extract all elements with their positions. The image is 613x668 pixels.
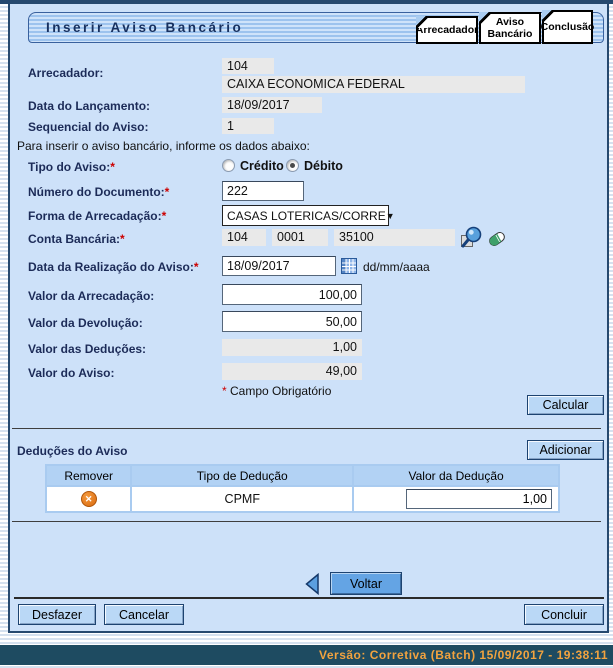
tipo-deducao-cell: CPMF [132, 487, 352, 511]
radio-credito[interactable] [222, 159, 235, 172]
eraser-icon[interactable] [486, 228, 508, 250]
instruction-text: Para inserir o aviso bancário, informe o… [17, 139, 310, 153]
conta-banco-field: 104 [222, 229, 266, 246]
calcular-button[interactable]: Calcular [527, 395, 604, 415]
adicionar-button[interactable]: Adicionar [527, 440, 604, 460]
voltar-button[interactable]: Voltar [330, 572, 402, 595]
numero-documento-input[interactable] [222, 181, 304, 201]
version-statusbar: Versão: Corretiva (Batch) 15/09/2017 - 1… [0, 645, 613, 665]
sequencial-aviso-label: Sequencial do Aviso: [28, 120, 148, 134]
divider [12, 521, 601, 522]
numero-documento-label: Número do Documento:* [28, 185, 169, 199]
desfazer-button[interactable]: Desfazer [18, 604, 96, 625]
back-arrow-icon[interactable] [304, 573, 320, 595]
radio-debito-label[interactable]: Débito [304, 159, 343, 173]
valor-arrecadacao-input[interactable] [222, 284, 362, 305]
arrecadador-code-field: 104 [222, 58, 274, 74]
radio-debito[interactable] [286, 159, 299, 172]
valor-devolucao-input[interactable] [222, 311, 362, 332]
arrecadador-label: Arrecadador: [28, 66, 103, 80]
valor-deducoes-label: Valor das Deduções: [28, 342, 146, 356]
forma-arrecadacao-select[interactable]: CASAS LOTERICAS/CORRE ▼ [222, 205, 389, 226]
conta-agencia-field: 0001 [272, 229, 328, 246]
table-row: ✕ CPMF [47, 487, 558, 511]
divider [12, 428, 601, 429]
sequencial-aviso-field: 1 [222, 118, 274, 134]
data-lancamento-label: Data do Lançamento: [28, 99, 150, 113]
table-header-row: Remover Tipo de Dedução Valor da Dedução [47, 466, 558, 485]
cancelar-button[interactable]: Cancelar [104, 604, 184, 625]
arrecadador-name-field: CAIXA ECONOMICA FEDERAL [222, 76, 525, 93]
valor-aviso-label: Valor do Aviso: [28, 366, 114, 380]
deducoes-table: Remover Tipo de Dedução Valor da Dedução… [45, 464, 560, 513]
deducoes-title: Deduções do Aviso [17, 444, 127, 458]
page: Inserir Aviso Bancário Arrecadador Aviso… [0, 0, 613, 668]
forma-arrecadacao-label: Forma de Arrecadação:* [28, 209, 166, 223]
col-remover: Remover [47, 466, 130, 485]
tab-aviso-bancario[interactable]: Aviso Bancário [479, 12, 541, 44]
remover-cell: ✕ [47, 487, 130, 511]
valor-aviso-field: 49,00 [222, 363, 362, 380]
radio-credito-label[interactable]: Crédito [240, 159, 284, 173]
tab-conclusao-label: Conclusão [541, 21, 595, 33]
divider [14, 597, 604, 599]
concluir-button[interactable]: Concluir [524, 604, 604, 625]
col-valor-deducao: Valor da Dedução [354, 466, 558, 485]
tab-aviso-bancario-label: Aviso Bancário [481, 16, 539, 40]
conta-bancaria-label: Conta Bancária:* [28, 232, 125, 246]
tab-arrecadador-label: Arrecadador [416, 24, 478, 36]
forma-arrecadacao-value: CASAS LOTERICAS/CORRE [227, 209, 386, 223]
data-realizacao-input[interactable] [222, 256, 336, 276]
valor-arrecadacao-label: Valor da Arrecadação: [28, 289, 154, 303]
valor-devolucao-label: Valor da Devolução: [28, 316, 143, 330]
tipo-aviso-label: Tipo do Aviso:* [28, 160, 115, 174]
conta-numero-field: 35100 [334, 229, 455, 246]
calendar-icon[interactable] [341, 258, 357, 274]
date-format-hint: dd/mm/aaaa [363, 260, 430, 274]
search-icon[interactable] [459, 226, 483, 250]
required-note: * Campo Obrigatório [222, 384, 331, 398]
valor-deducao-input[interactable] [406, 489, 552, 509]
valor-deducoes-field: 1,00 [222, 339, 362, 356]
valor-deducao-cell [354, 487, 558, 511]
chevron-down-icon: ▼ [386, 211, 395, 221]
data-realizacao-label: Data da Realização do Aviso:* [28, 260, 199, 274]
tab-arrecadador[interactable]: Arrecadador [416, 16, 478, 44]
tab-conclusao[interactable]: Conclusão [542, 10, 593, 44]
data-lancamento-field: 18/09/2017 [222, 97, 322, 113]
col-tipo-deducao: Tipo de Dedução [132, 466, 352, 485]
remove-icon[interactable]: ✕ [81, 491, 97, 507]
